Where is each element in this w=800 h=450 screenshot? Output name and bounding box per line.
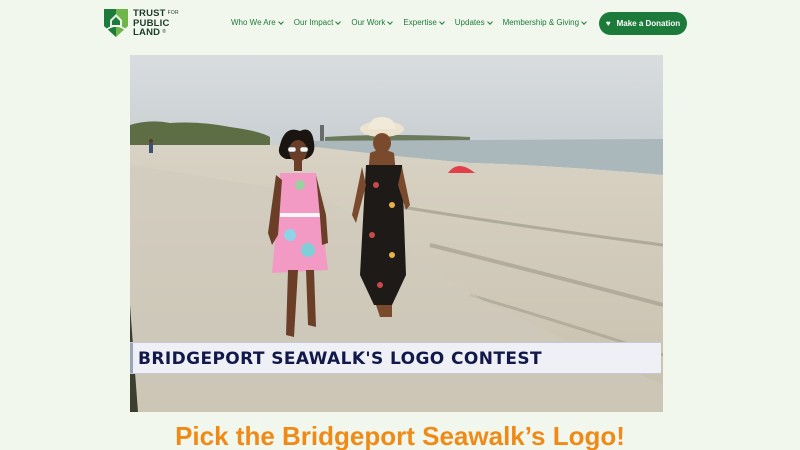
nav-item-our-work[interactable]: Our Work (351, 18, 394, 27)
chevron-down-icon (277, 18, 284, 25)
nav-item-label: Membership & Giving (502, 18, 580, 27)
nav-item-label: Updates (454, 18, 485, 27)
chevron-down-icon (581, 18, 587, 25)
chevron-down-icon (387, 18, 394, 25)
donate-button-label: Make a Donation (616, 19, 681, 28)
chevron-down-icon (335, 18, 342, 25)
nav-item-label: Expertise (403, 18, 437, 27)
nav-item-our-impact[interactable]: Our Impact (293, 18, 342, 27)
page-headline: Pick the Bridgeport Seawalk’s Logo! (175, 421, 625, 450)
hero-image: BRIDGEPORT SEAWALK'S LOGO CONTEST (130, 55, 663, 412)
chevron-down-icon (438, 18, 445, 25)
main-nav: Who We Are Our Impact Our Work Expertise… (231, 18, 597, 27)
make-donation-button[interactable]: ♥ Make a Donation (599, 12, 687, 35)
news-banner: BRIDGEPORT SEAWALK'S LOGO CONTEST (130, 342, 661, 374)
nav-item-label: Our Work (351, 18, 386, 27)
chevron-down-icon (486, 18, 493, 25)
logo-wordmark: TRUST FOR PUBLIC LAND ® (133, 8, 179, 38)
site-logo[interactable]: TRUST FOR PUBLIC LAND ® (103, 8, 193, 40)
nav-item-expertise[interactable]: Expertise (403, 18, 445, 27)
nav-item-who-we-are[interactable]: Who We Are (231, 18, 284, 27)
heart-icon: ♥ (605, 19, 611, 28)
nav-item-label: Our Impact (293, 18, 334, 27)
logo-icon (104, 9, 128, 37)
nav-item-updates[interactable]: Updates (454, 18, 493, 27)
nav-item-label: Who We Are (231, 18, 276, 27)
site-header: TRUST FOR PUBLIC LAND ® Who We Are Our Imp… (0, 0, 800, 46)
banner-title: BRIDGEPORT SEAWALK'S LOGO CONTEST (138, 349, 542, 369)
nav-item-membership-giving[interactable]: Membership & Giving (502, 18, 587, 27)
